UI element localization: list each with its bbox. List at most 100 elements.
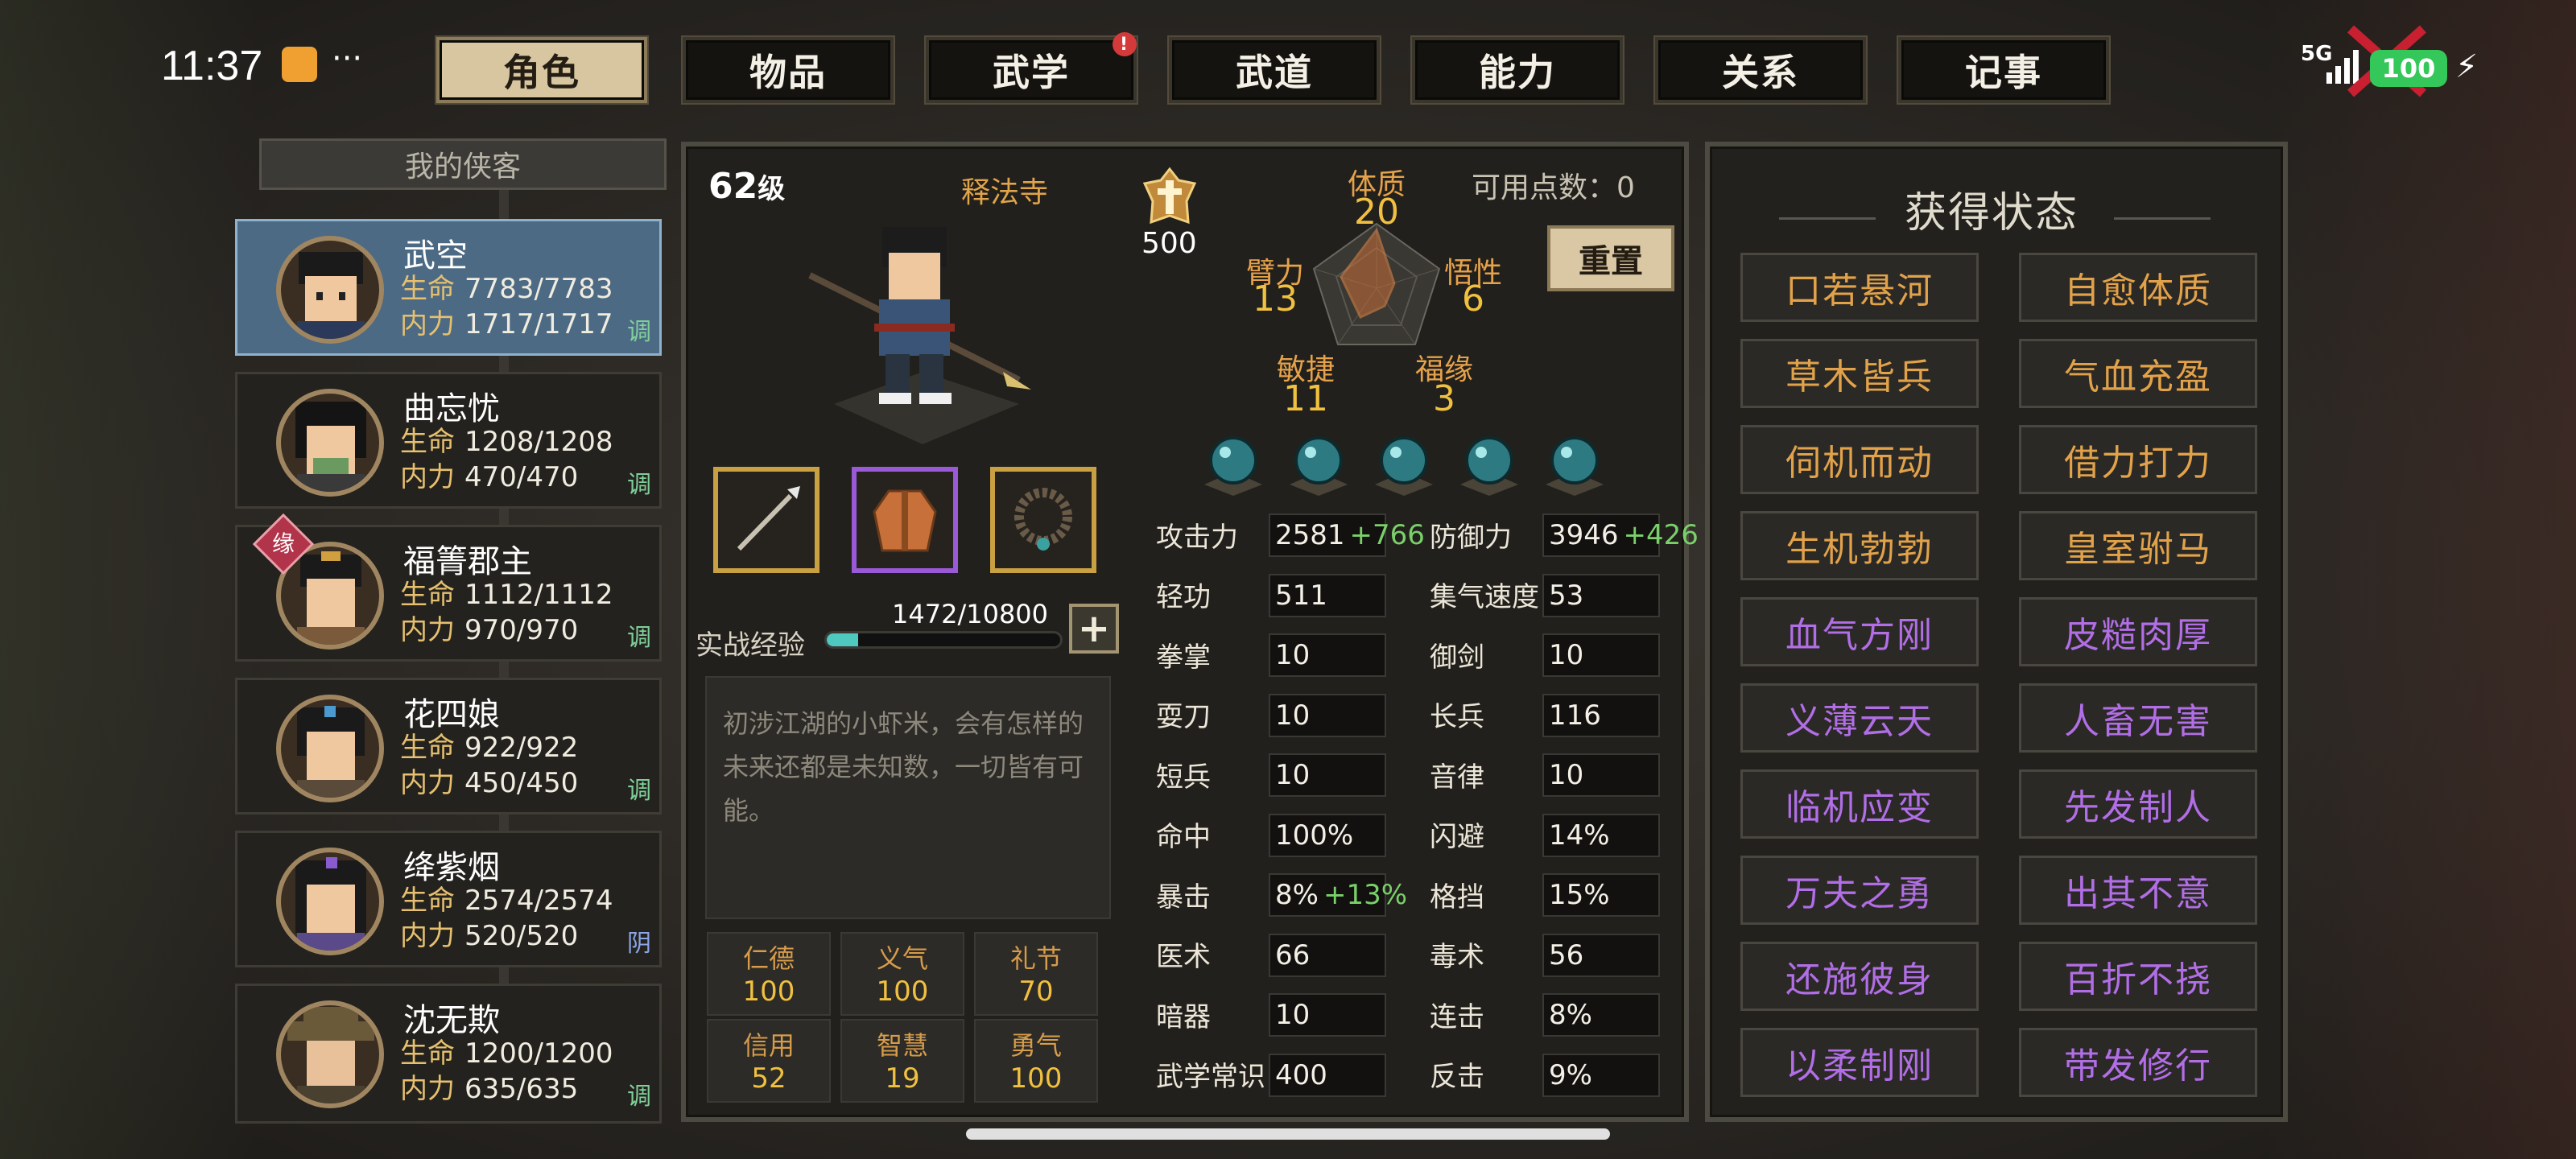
buff-badge[interactable]: 气血充盈 [2019, 339, 2257, 408]
buff-badge[interactable]: 义薄云天 [1740, 683, 1979, 753]
battery-icon: 100 [2370, 50, 2447, 87]
virtue-cell: 仁德 100 [707, 932, 831, 1016]
stat-label: 御剑 [1430, 641, 1484, 674]
virtue-label: 义气 [876, 943, 928, 974]
hero-tag: 调 [627, 471, 651, 499]
status-title: 获得状态 [1905, 189, 2079, 237]
buff-badge[interactable]: 草木皆兵 [1740, 339, 1979, 408]
attr-value-minjie: 11 [1283, 378, 1328, 419]
stat-label: 攻击力 [1156, 521, 1238, 554]
buff-badge[interactable]: 血气方刚 [1740, 597, 1979, 666]
hero-card[interactable]: 沈无欺 生命 1200/1200 内力 635/635 调 [235, 984, 662, 1124]
gem-slot[interactable] [1370, 428, 1438, 496]
buff-badge[interactable]: 先发制人 [2019, 769, 2257, 839]
weapon-slot[interactable] [713, 467, 819, 573]
hp-value: 7783/7783 [464, 273, 613, 305]
tab-journal[interactable]: 记事 [1898, 37, 2109, 103]
stat-value-box: 9% [1542, 1053, 1660, 1097]
buff-badge[interactable]: 伺机而动 [1740, 425, 1979, 494]
hero-card[interactable]: 曲忘忧 生命 1208/1208 内力 470/470 调 [235, 372, 662, 509]
buff-badge[interactable]: 以柔制刚 [1740, 1028, 1979, 1097]
level-value: 62 [708, 166, 758, 207]
buff-badge[interactable]: 出其不意 [2019, 856, 2257, 925]
virtue-value: 100 [876, 975, 929, 1008]
accessory-slot[interactable] [990, 467, 1096, 573]
add-exp-button[interactable]: + [1069, 604, 1119, 654]
stat-value: 3946 [1549, 519, 1619, 551]
stat-bonus: +13% [1323, 879, 1408, 911]
buff-badge[interactable]: 口若悬河 [1740, 253, 1979, 322]
attr-value-bili: 13 [1253, 278, 1298, 320]
gem-slot[interactable] [1541, 428, 1608, 496]
mp-value: 970/970 [464, 614, 579, 646]
tab-relations[interactable]: 关系 [1655, 37, 1866, 103]
stat-value: 10 [1275, 699, 1311, 732]
notification-badge: ! [1113, 32, 1137, 56]
buff-badge[interactable]: 临机应变 [1740, 769, 1979, 839]
buff-badge[interactable]: 带发修行 [2019, 1028, 2257, 1097]
tab-character[interactable]: 角色 [436, 37, 647, 103]
stat-value: 15% [1549, 879, 1610, 911]
hero-tag: 调 [627, 1083, 651, 1111]
app-icon [282, 47, 317, 82]
stat-value: 116 [1549, 699, 1601, 732]
robe-icon [873, 489, 937, 552]
home-indicator[interactable] [966, 1128, 1610, 1140]
stat-row: 连击 8% [1430, 990, 1663, 1038]
buff-badge[interactable]: 皇室驸马 [2019, 511, 2257, 580]
armor-slot[interactable] [852, 467, 958, 573]
virtue-label: 智慧 [876, 1030, 928, 1061]
hp-row: 生命 1208/1208 [400, 419, 613, 459]
buff-badge[interactable]: 自愈体质 [2019, 253, 2257, 322]
hp-label: 生命 [400, 273, 455, 305]
buff-badge[interactable]: 皮糙肉厚 [2019, 597, 2257, 666]
buff-badge[interactable]: 生机勃勃 [1740, 511, 1979, 580]
stat-value-box: 8% +13% [1269, 873, 1407, 917]
stat-row: 音律 10 [1430, 750, 1663, 798]
hero-card[interactable]: 绛紫烟 生命 2574/2574 内力 520/520 阴 [235, 831, 662, 967]
mp-value: 520/520 [464, 920, 579, 952]
stat-value: 10 [1275, 759, 1311, 791]
mp-row: 内力 635/635 [400, 1066, 578, 1106]
buff-badge[interactable]: 还施彼身 [1740, 942, 1979, 1011]
tab-wudao[interactable]: 武道 [1169, 37, 1380, 103]
stat-row: 医术 66 [1156, 930, 1389, 979]
exp-value: 1472/10800 [892, 599, 1049, 629]
stat-value-box: 8% [1542, 993, 1660, 1037]
tab-ability[interactable]: 能力 [1412, 37, 1623, 103]
stat-label: 命中 [1156, 821, 1211, 853]
gem-slot[interactable] [1455, 428, 1523, 496]
hp-label: 生命 [400, 885, 455, 917]
tab-martial[interactable]: 武学! [926, 32, 1137, 103]
rank-icon [1137, 166, 1203, 230]
gem-slot[interactable] [1199, 428, 1267, 496]
hp-row: 生命 922/922 [400, 725, 578, 765]
hero-card[interactable]: 武空 生命 7783/7783 内力 1717/1717 调 [235, 219, 662, 356]
roster-title: 我的侠客 [259, 138, 667, 190]
stat-row: 长兵 116 [1430, 691, 1663, 739]
stat-value-box: 2581 +766 [1269, 514, 1425, 557]
buff-badge[interactable]: 百折不挠 [2019, 942, 2257, 1011]
stat-value-box: 511 [1269, 573, 1386, 617]
stat-row: 集气速度 53 [1430, 571, 1663, 619]
stat-bonus: +766 [1349, 519, 1425, 551]
charging-icon: ⚡ [2455, 48, 2479, 85]
buff-badge[interactable]: 人畜无害 [2019, 683, 2257, 753]
clock: 11:37 [161, 43, 263, 89]
exp-fill [827, 633, 859, 646]
virtue-label: 礼节 [1009, 943, 1062, 974]
tab-items[interactable]: 物品 [683, 37, 894, 103]
buff-badge[interactable]: 借力打力 [2019, 425, 2257, 494]
stat-label: 防御力 [1430, 521, 1512, 554]
fate-badge-label: 缘 [271, 530, 295, 557]
stat-value-box: 10 [1542, 753, 1660, 797]
hero-card[interactable]: 花四娘 生命 922/922 内力 450/450 调 [235, 678, 662, 815]
attr-value-tizhi: 20 [1354, 192, 1399, 233]
mp-label: 内力 [400, 614, 455, 646]
attr-value-fuyuan: 3 [1433, 378, 1455, 419]
buff-badge[interactable]: 万夫之勇 [1740, 856, 1979, 925]
hero-card[interactable]: 缘 福箐郡主 生命 1112/1112 内力 970/970 调 [235, 513, 662, 662]
reset-button[interactable]: 重置 [1547, 225, 1674, 291]
title-ornament [1779, 217, 1876, 220]
gem-slot[interactable] [1285, 428, 1352, 496]
